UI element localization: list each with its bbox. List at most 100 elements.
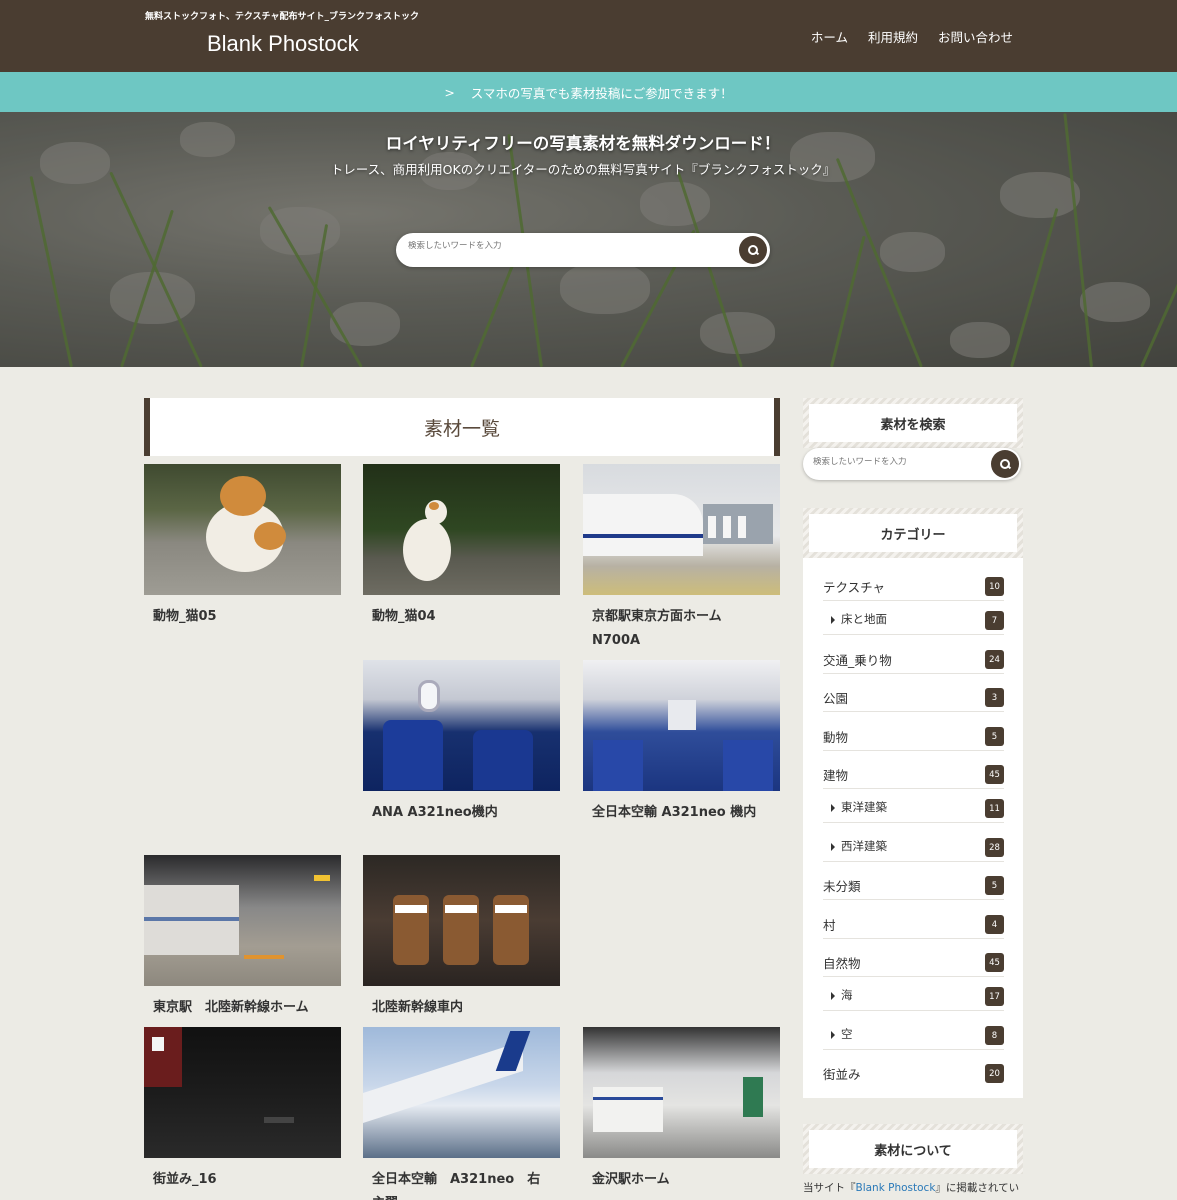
post-title[interactable]: 動物_猫05	[144, 605, 341, 629]
site-header: 無料ストックフォト、テクスチャ配布サイト_ブランクフォストック Blank Ph…	[0, 0, 1177, 72]
main-nav: ホーム 利用規約 お問い合わせ	[811, 27, 1013, 46]
category-item[interactable]: 動物 5	[823, 713, 1004, 751]
category-count-badge: 45	[985, 953, 1004, 972]
post-thumbnail[interactable]	[583, 464, 780, 595]
post-title[interactable]: 北陸新幹線車内	[363, 996, 560, 1020]
post-thumbnail[interactable]	[583, 660, 780, 791]
post-title[interactable]: 動物_猫04	[363, 605, 560, 629]
post-title[interactable]: 東京駅 北陸新幹線ホーム	[144, 996, 341, 1020]
category-label: 床と地面	[841, 612, 887, 626]
category-label[interactable]: 動物	[823, 727, 848, 746]
post-thumbnail[interactable]	[144, 464, 341, 595]
category-item[interactable]: 村 4	[823, 901, 1004, 939]
category-count-badge: 20	[985, 1064, 1004, 1083]
search-icon	[999, 458, 1011, 470]
post-card[interactable]: 京都駅東京方面ホーム N700A	[583, 464, 780, 653]
search-widget-header: 素材を検索	[803, 398, 1023, 448]
post-thumbnail[interactable]	[363, 855, 560, 986]
post-title[interactable]: 全日本空輸 A321neo 右主翼	[363, 1168, 560, 1200]
sidebar-search-box	[803, 448, 1021, 480]
nav-home[interactable]: ホーム	[811, 27, 848, 46]
category-item[interactable]: テクスチャ 10	[823, 563, 1004, 601]
category-label: 海	[841, 988, 853, 1002]
category-item[interactable]: 街並み 20	[823, 1050, 1004, 1088]
category-item[interactable]: 東洋建築 11	[823, 785, 1004, 823]
category-label[interactable]: 自然物	[823, 953, 861, 972]
category-label: 空	[841, 1027, 853, 1041]
category-item[interactable]: 海 17	[823, 973, 1004, 1011]
about-widget-header: 素材について	[803, 1124, 1023, 1174]
category-label[interactable]: 交通_乗り物	[823, 650, 892, 669]
category-label[interactable]: 村	[823, 915, 836, 934]
post-card[interactable]: 街並み_16	[144, 1027, 341, 1192]
category-count-badge: 5	[985, 876, 1004, 895]
category-count-badge: 45	[985, 765, 1004, 784]
category-widget-title: カテゴリー	[809, 514, 1017, 552]
post-thumbnail[interactable]	[144, 855, 341, 986]
post-thumbnail[interactable]	[583, 1027, 780, 1158]
hero-banner: ロイヤリティフリーの写真素材を無料ダウンロード！ トレース、商用利用OKのクリエ…	[0, 112, 1177, 367]
caret-right-icon	[831, 615, 835, 624]
category-count-badge: 17	[985, 987, 1004, 1006]
category-count-badge: 28	[985, 838, 1004, 857]
post-card[interactable]: 全日本空輸 A321neo 右主翼	[363, 1027, 560, 1200]
about-site-link[interactable]: Blank Phostock	[856, 1182, 936, 1194]
category-count-badge: 10	[985, 577, 1004, 596]
post-card[interactable]: ANA A321neo機内	[363, 660, 560, 825]
notice-arrow-icon: >	[444, 84, 455, 100]
hero-search-input[interactable]	[408, 241, 728, 251]
sidebar-search-input[interactable]	[813, 457, 983, 467]
category-count-badge: 7	[985, 611, 1004, 630]
post-title[interactable]: ANA A321neo機内	[363, 801, 560, 825]
post-title[interactable]: 全日本空輸 A321neo 機内	[583, 801, 780, 825]
post-card[interactable]: 全日本空輸 A321neo 機内	[583, 660, 780, 825]
category-label[interactable]: 建物	[823, 765, 848, 784]
hero-title: ロイヤリティフリーの写真素材を無料ダウンロード！	[385, 134, 781, 153]
category-item[interactable]: 床と地面 7	[823, 597, 1004, 635]
post-card[interactable]: 動物_猫05	[144, 464, 341, 629]
category-list: テクスチャ 10 床と地面 7 交通_乗り物 24 公園 3 動物 5 建物 4…	[803, 558, 1023, 1098]
category-label: 東洋建築	[841, 800, 887, 814]
caret-right-icon	[831, 1030, 835, 1039]
post-card[interactable]: 北陸新幹線車内	[363, 855, 560, 1020]
post-title[interactable]: 京都駅東京方面ホーム N700A	[583, 605, 780, 653]
post-card[interactable]: 金沢駅ホーム	[583, 1027, 780, 1192]
category-item[interactable]: 交通_乗り物 24	[823, 636, 1004, 674]
site-tagline: 無料ストックフォト、テクスチャ配布サイト_ブランクフォストック	[145, 12, 419, 22]
post-title[interactable]: 街並み_16	[144, 1168, 341, 1192]
category-item[interactable]: 西洋建築 28	[823, 824, 1004, 862]
post-title[interactable]: 金沢駅ホーム	[583, 1168, 780, 1192]
site-logo[interactable]: Blank Phostock	[207, 31, 359, 57]
category-label: 西洋建築	[841, 839, 887, 853]
post-thumbnail[interactable]	[363, 464, 560, 595]
post-card[interactable]: 動物_猫04	[363, 464, 560, 629]
category-count-badge: 11	[985, 799, 1004, 818]
category-item[interactable]: 建物 45	[823, 751, 1004, 789]
category-item[interactable]: 公園 3	[823, 674, 1004, 712]
post-thumbnail[interactable]	[144, 1027, 341, 1158]
post-thumbnail[interactable]	[363, 660, 560, 791]
about-widget-title: 素材について	[809, 1130, 1017, 1168]
hero-subtitle: トレース、商用利用OKのクリエイターのための無料写真サイト『ブランクフォストック…	[330, 162, 836, 177]
category-label[interactable]: 街並み	[823, 1064, 861, 1083]
nav-contact[interactable]: お問い合わせ	[938, 27, 1013, 46]
category-label[interactable]: 公園	[823, 688, 848, 707]
category-count-badge: 24	[985, 650, 1004, 669]
post-thumbnail[interactable]	[363, 1027, 560, 1158]
category-item[interactable]: 未分類 5	[823, 862, 1004, 900]
category-count-badge: 3	[985, 688, 1004, 707]
hero-search-button[interactable]	[739, 236, 767, 264]
category-item[interactable]: 空 8	[823, 1012, 1004, 1050]
category-count-badge: 4	[985, 915, 1004, 934]
notice-bar[interactable]: > スマホの写真でも素材投稿にご参加できます！	[0, 72, 1177, 112]
category-label[interactable]: 未分類	[823, 876, 861, 895]
post-card[interactable]: 東京駅 北陸新幹線ホーム	[144, 855, 341, 1020]
caret-right-icon	[831, 991, 835, 1000]
category-label[interactable]: テクスチャ	[823, 577, 885, 596]
hero-search-box	[396, 233, 770, 267]
sidebar-search-button[interactable]	[991, 450, 1019, 478]
nav-terms[interactable]: 利用規約	[868, 27, 918, 46]
category-item[interactable]: 自然物 45	[823, 939, 1004, 977]
search-icon	[747, 244, 759, 256]
category-count-badge: 5	[985, 727, 1004, 746]
